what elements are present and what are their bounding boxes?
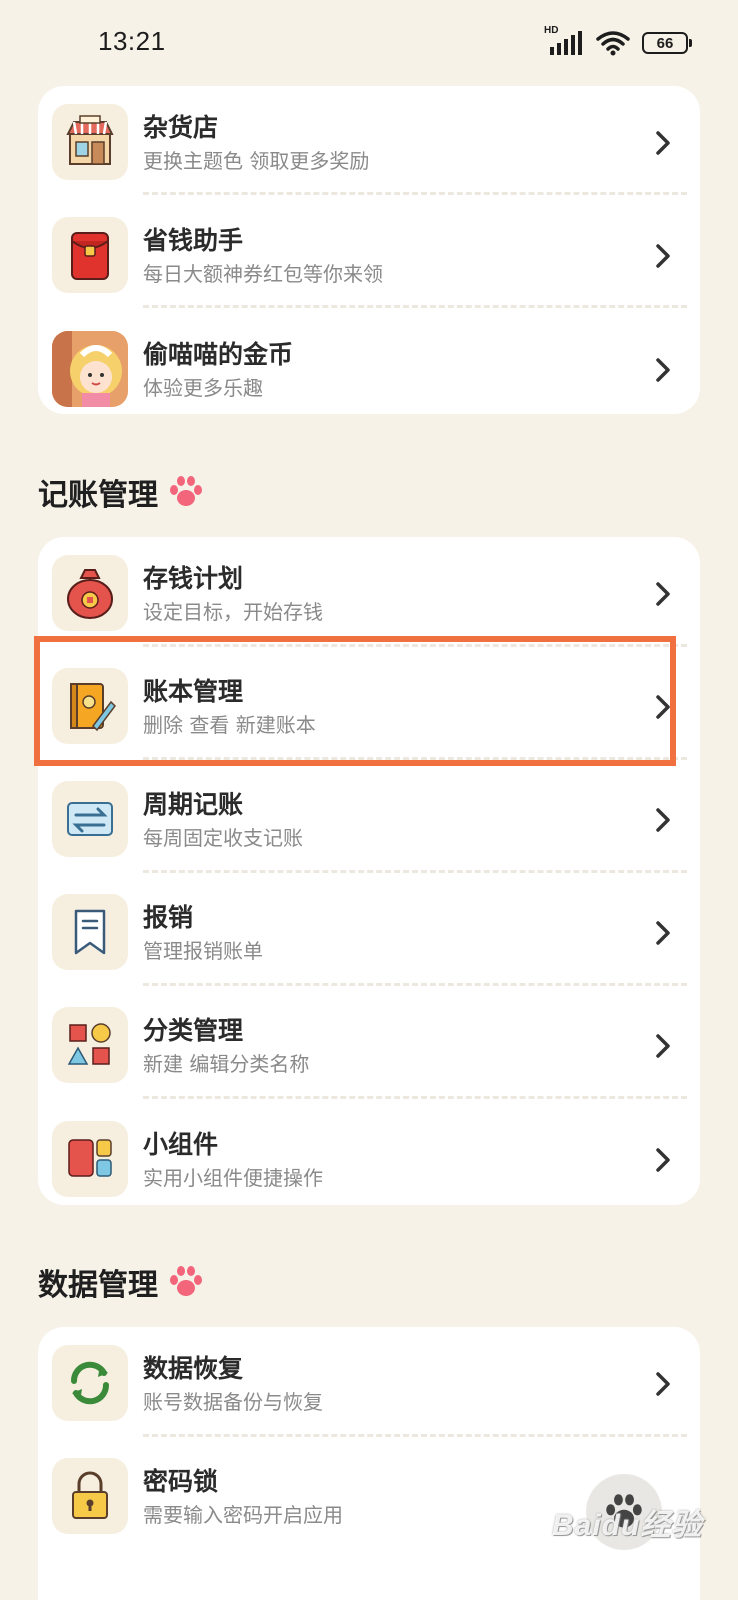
- divider: [143, 1434, 687, 1437]
- list-item-ledger-management[interactable]: 账本管理 删除 查看 新建账本: [38, 650, 700, 764]
- list-item-data-restore[interactable]: 数据恢复 账号数据备份与恢复: [38, 1327, 700, 1441]
- lock-icon: [52, 1458, 128, 1534]
- paw-icon: [170, 476, 202, 506]
- divider: [143, 192, 687, 195]
- battery-level: 66: [656, 34, 674, 52]
- status-time: 13:21: [98, 26, 166, 56]
- widget-icon: [52, 1121, 128, 1197]
- section-title-accounting: 记账管理: [38, 470, 204, 514]
- list-item-category-management[interactable]: 分类管理 新建 编辑分类名称: [38, 989, 700, 1103]
- item-title: 存钱计划: [143, 564, 244, 593]
- list-item-savings-assistant[interactable]: 省钱助手 每日大额神券红包等你来领: [38, 199, 700, 313]
- list-item-recurring-entries[interactable]: 周期记账 每周固定收支记账: [38, 763, 700, 877]
- item-subtitle: 更换主题色 领取更多奖励: [143, 149, 370, 173]
- red-envelope-icon: [52, 217, 128, 293]
- section-title-text: 数据管理: [38, 1268, 158, 1303]
- item-subtitle: 新建 编辑分类名称: [143, 1052, 310, 1076]
- chevron-right-icon: [656, 1148, 670, 1172]
- chevron-right-icon: [656, 358, 670, 382]
- chevron-right-icon: [656, 1034, 670, 1058]
- item-title: 分类管理: [143, 1016, 244, 1045]
- network-type-label: HD: [544, 25, 559, 36]
- cartoon-girl-icon: [52, 331, 128, 407]
- item-title: 杂货店: [143, 113, 219, 142]
- item-title: 账本管理: [143, 677, 244, 706]
- section-title-data: 数据管理: [38, 1260, 204, 1304]
- chevron-right-icon: [656, 582, 670, 606]
- list-item-cat-coins[interactable]: 偷喵喵的金币 体验更多乐趣: [38, 313, 700, 427]
- item-subtitle: 管理报销账单: [143, 939, 263, 963]
- status-bar: 13:21 HD 66: [0, 0, 738, 86]
- bookmark-icon: [52, 894, 128, 970]
- cycle-arrows-icon: [52, 781, 128, 857]
- section-title-text: 记账管理: [38, 478, 158, 513]
- cell-signal-icon: HD: [544, 25, 584, 57]
- list-item-grocery-store[interactable]: 杂货店 更换主题色 领取更多奖励: [38, 86, 700, 200]
- paw-icon: [170, 1266, 202, 1296]
- item-title: 报销: [143, 903, 194, 932]
- item-subtitle: 账号数据备份与恢复: [143, 1390, 323, 1414]
- battery-indicator: 66: [642, 32, 692, 54]
- item-title: 周期记账: [143, 790, 244, 819]
- item-subtitle: 每周固定收支记账: [143, 826, 303, 850]
- divider: [143, 870, 687, 873]
- wifi-icon: [596, 31, 630, 56]
- item-title: 密码锁: [143, 1467, 219, 1496]
- item-subtitle: 需要输入密码开启应用: [143, 1503, 343, 1527]
- divider: [143, 757, 687, 760]
- chevron-right-icon: [656, 921, 670, 945]
- chevron-right-icon: [656, 244, 670, 268]
- item-title: 偷喵喵的金币: [143, 340, 294, 369]
- item-subtitle: 每日大额神券红包等你来领: [143, 262, 383, 286]
- money-bag-icon: [52, 555, 128, 631]
- divider: [143, 1096, 687, 1099]
- item-title: 小组件: [143, 1130, 219, 1159]
- list-item-reimbursement[interactable]: 报销 管理报销账单: [38, 876, 700, 990]
- chevron-right-icon: [656, 695, 670, 719]
- shop-icon: [52, 104, 128, 180]
- featured-card: 杂货店 更换主题色 领取更多奖励 省钱助手 每日大额神券红包等你来领 偷喵喵的金…: [38, 86, 700, 414]
- chevron-right-icon: [656, 1372, 670, 1396]
- refresh-icon: [52, 1345, 128, 1421]
- list-item-savings-plan[interactable]: 存钱计划 设定目标，开始存钱: [38, 537, 700, 651]
- status-icons: HD 66: [544, 25, 692, 58]
- accounting-card: 存钱计划 设定目标，开始存钱 账本管理 删除 查看 新建账本 周期记账 每周固定…: [38, 537, 700, 1205]
- item-subtitle: 设定目标，开始存钱: [143, 600, 323, 624]
- divider: [143, 644, 687, 647]
- chevron-right-icon: [656, 808, 670, 832]
- divider: [143, 305, 687, 308]
- shapes-icon: [52, 1007, 128, 1083]
- divider: [143, 983, 687, 986]
- list-item-widgets[interactable]: 小组件 实用小组件便捷操作: [38, 1103, 700, 1217]
- item-title: 省钱助手: [143, 226, 244, 255]
- item-subtitle: 体验更多乐趣: [143, 376, 263, 400]
- item-title: 数据恢复: [143, 1354, 244, 1383]
- chevron-right-icon: [656, 131, 670, 155]
- item-subtitle: 删除 查看 新建账本: [143, 713, 316, 737]
- watermark: Baidu经验: [552, 1509, 703, 1542]
- data-card: 数据恢复 账号数据备份与恢复 密码锁 需要输入密码开启应用: [38, 1327, 700, 1600]
- item-subtitle: 实用小组件便捷操作: [143, 1166, 323, 1190]
- ledger-book-icon: [52, 668, 128, 744]
